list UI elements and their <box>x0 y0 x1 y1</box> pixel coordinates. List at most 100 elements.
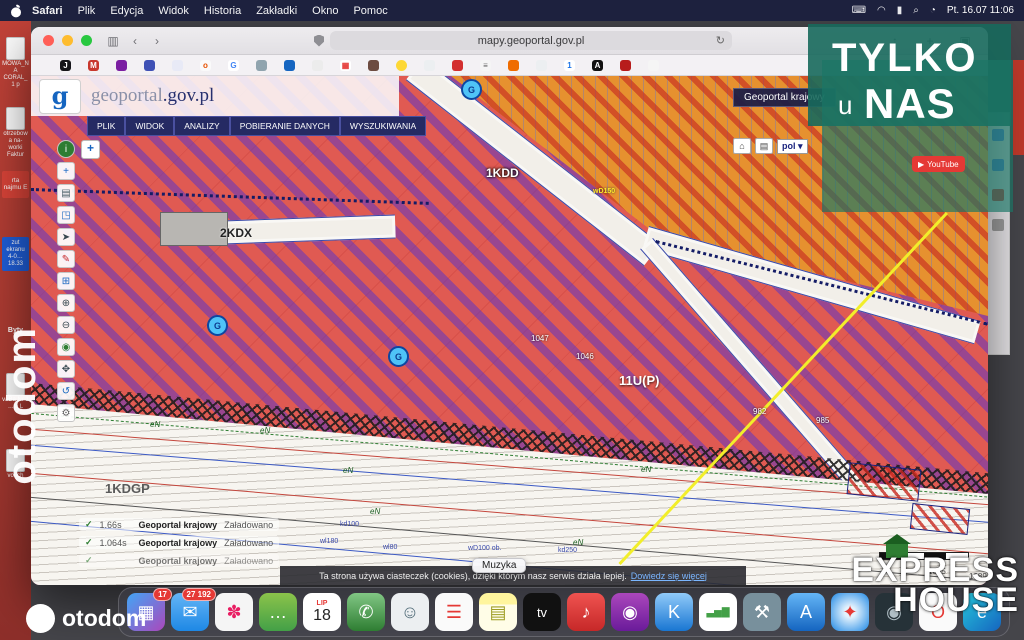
keyboard-icon[interactable]: ⌨ <box>852 5 866 16</box>
control-center-icon[interactable]: ◔ <box>930 5 936 16</box>
history-tool-icon[interactable]: ↺ <box>57 382 75 400</box>
favorite-icon-21[interactable] <box>620 59 631 71</box>
desktop-file-1[interactable]: otrzebowa na-worki Faktur <box>2 107 29 159</box>
zoom-in-button[interactable]: + <box>81 140 100 159</box>
numbers-dock-icon[interactable]: ▃▅▇ <box>699 593 737 631</box>
otodom-logo-disc <box>26 604 55 633</box>
zoom-out-tool-icon[interactable]: ⊖ <box>57 316 75 334</box>
cookie-more-link[interactable]: Dowiedz się więcej <box>631 571 707 581</box>
minimize-window-button[interactable] <box>62 35 73 46</box>
mail-dock-icon[interactable]: ✉ 27 192 <box>171 588 216 631</box>
apple-menu-icon[interactable] <box>10 4 22 18</box>
menu-edycja[interactable]: Edycja <box>110 5 143 17</box>
site-menu-pobieranie-danych[interactable]: POBIERANIE DANYCH <box>229 116 340 136</box>
apple-tv-dock-icon[interactable]: tv <box>523 593 561 631</box>
site-title: geoportal.gov.pl <box>91 85 215 106</box>
podcasts-dock-icon[interactable]: ◉ <box>611 593 649 631</box>
reminders-dock-icon[interactable]: ☰ <box>435 593 473 631</box>
favorite-icon-1[interactable]: J <box>60 59 71 71</box>
photos-dock-icon[interactable]: ✽ <box>215 593 253 631</box>
map-label-kd250: kd250 <box>558 547 578 554</box>
layers-tool-icon[interactable]: ▤ <box>57 184 75 202</box>
back-icon[interactable]: ‹ <box>124 34 146 48</box>
draw-tool-icon[interactable]: ✎ <box>57 250 75 268</box>
favorite-icon-12[interactable] <box>368 59 379 71</box>
home-icon[interactable]: ⌂ <box>733 138 751 154</box>
favorite-icon-14[interactable] <box>424 59 435 71</box>
site-menu-analizy[interactable]: ANALIZY <box>174 116 230 136</box>
desktop-file-2[interactable]: rta najmu E <box>2 171 29 198</box>
calendar-dock-icon[interactable]: LIP 18 <box>303 593 341 631</box>
menu-plik[interactable]: Plik <box>78 5 96 17</box>
select-tool-icon[interactable]: ➤ <box>57 228 75 246</box>
menu-safari[interactable]: Safari <box>32 5 63 17</box>
favorite-icon-19[interactable]: 1 <box>564 59 575 71</box>
notes-dock-icon[interactable]: ▤ <box>479 593 517 631</box>
privacy-shield-icon[interactable] <box>314 34 324 47</box>
favorite-icon-20[interactable]: A <box>592 59 603 71</box>
pan-tool-icon[interactable]: ✥ <box>57 360 75 378</box>
zoom-in-tool-icon[interactable]: ⊕ <box>57 294 75 312</box>
forward-icon[interactable]: › <box>146 34 168 48</box>
favorite-icon-7[interactable]: G <box>228 59 239 71</box>
favorite-icon-10[interactable] <box>312 59 323 71</box>
address-bar[interactable]: mapy.geoportal.gov.pl ↻ <box>330 31 732 50</box>
favorite-icon-11[interactable]: ▦ <box>340 59 351 71</box>
print-icon[interactable]: ▤ <box>755 138 773 154</box>
geoportal-logo[interactable]: g <box>39 78 81 114</box>
favorite-icon-6[interactable]: o <box>200 59 211 71</box>
map-label-1kdgp: 1KDGP <box>105 481 150 496</box>
map-toolbar: i + ▤ ◳ ➤ ✎ ⊞ ⊕ ⊖ ◉ ✥ ↺ ⚙ <box>57 140 75 422</box>
favorite-icon-9[interactable] <box>284 59 295 71</box>
menu-pomoc[interactable]: Pomoc <box>353 5 387 17</box>
language-select[interactable]: pol ▾ <box>777 138 808 154</box>
site-menu-plik[interactable]: PLIK <box>87 116 126 136</box>
menu-historia[interactable]: Historia <box>204 5 241 17</box>
legend-tool-icon[interactable]: ◳ <box>57 206 75 224</box>
desktop-file-0[interactable]: MOWA_NA CORAL_1 p <box>2 37 29 89</box>
otodom-watermark-logo: otodom <box>26 604 146 633</box>
favorite-icon-5[interactable] <box>172 59 183 71</box>
facetime-dock-icon[interactable]: ✆ <box>347 593 385 631</box>
utilities-dock-icon[interactable]: ⚒ <box>743 593 781 631</box>
messages-dock-icon[interactable]: … <box>259 593 297 631</box>
contacts-dock-icon[interactable]: ☺ <box>391 593 429 631</box>
map-label-en: eN <box>641 465 652 474</box>
site-menu-wyszukiwania[interactable]: WYSZUKIWANIA <box>339 116 427 136</box>
wifi-icon[interactable]: ◠ <box>877 5 886 16</box>
map-label-wl80: wl80 <box>383 544 398 551</box>
globe-tool-icon[interactable]: ◉ <box>57 338 75 356</box>
app-store-dock-icon[interactable]: A <box>787 593 825 631</box>
menu-widok[interactable]: Widok <box>158 5 189 17</box>
check-icon: ✓ <box>85 519 93 529</box>
battery-icon[interactable]: ▮ <box>897 5 903 16</box>
site-menu-widok[interactable]: WIDOK <box>125 116 175 136</box>
keynote-dock-icon[interactable]: K <box>655 593 693 631</box>
menu-okno[interactable]: Okno <box>312 5 338 17</box>
map-label-985: 985 <box>816 416 830 425</box>
favorite-icon-8[interactable] <box>256 59 267 71</box>
desktop-file-3[interactable]: zut ekranu 4-0…18.33 <box>2 237 29 271</box>
measure-tool-icon[interactable]: ⊞ <box>57 272 75 290</box>
favorite-icon-4[interactable] <box>144 59 155 71</box>
reload-icon[interactable]: ↻ <box>716 34 725 47</box>
favorite-icon-13[interactable] <box>396 59 407 71</box>
zoom-window-button[interactable] <box>81 35 92 46</box>
favorite-icon-3[interactable] <box>116 59 127 71</box>
search-icon[interactable]: ⌕ <box>913 5 919 16</box>
layer-load-status: ✓ 1.66s Geoportal krajowy Załadowano <box>79 518 280 531</box>
add-tool-icon[interactable]: + <box>57 162 75 180</box>
favorite-icon-22[interactable] <box>648 59 659 71</box>
favorite-icon-17[interactable] <box>508 59 519 71</box>
sidebar-icon[interactable]: ▥ <box>102 34 124 48</box>
favorite-icon-16[interactable]: ≡ <box>480 59 491 71</box>
close-window-button[interactable] <box>43 35 54 46</box>
info-tool-icon[interactable]: i <box>57 140 75 158</box>
music-dock-icon[interactable]: ♪ <box>567 593 605 631</box>
desktop-red-edge <box>1013 60 1024 155</box>
settings-tool-icon[interactable]: ⚙ <box>57 404 75 422</box>
menu-zakładki[interactable]: Zakładki <box>256 5 297 17</box>
favorite-icon-15[interactable] <box>452 59 463 71</box>
favorite-icon-18[interactable] <box>536 59 547 71</box>
favorite-icon-2[interactable]: M <box>88 59 99 71</box>
